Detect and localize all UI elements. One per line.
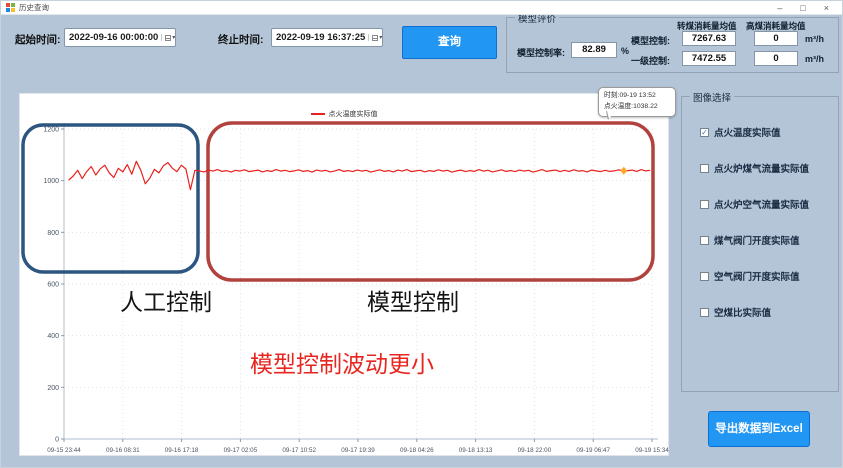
tooltip-temperature: 点火温度:1038.22 bbox=[604, 102, 671, 113]
series-checkbox-item-1[interactable]: 点火炉煤气流量实际值 bbox=[700, 161, 809, 175]
model-control-value1: 7267.63 bbox=[682, 31, 736, 46]
selected-point-marker bbox=[620, 167, 627, 175]
series-checkbox-item-5[interactable]: 空煤比实际值 bbox=[700, 305, 771, 319]
model-control-annotation: 模型控制 bbox=[367, 283, 459, 317]
series-checkbox-item-0[interactable]: ✓ 点火温度实际值 bbox=[700, 125, 781, 139]
x-tick-label: 09-16 17:18 bbox=[165, 447, 199, 454]
y-tick-label: 400 bbox=[47, 333, 59, 340]
x-tick-label: 09-17 02:05 bbox=[224, 447, 258, 454]
maximize-button[interactable]: □ bbox=[800, 2, 805, 14]
window-controls: – □ × bbox=[777, 2, 837, 14]
x-tick-label: 09-19 15:34 bbox=[635, 447, 669, 454]
end-time-value: 2022-09-19 16:37:25 bbox=[276, 32, 365, 43]
temperature-line bbox=[69, 161, 651, 189]
checkbox-unchecked-icon[interactable] bbox=[700, 236, 709, 245]
model-control-row-label: 模型控制: bbox=[631, 34, 670, 47]
series-checkbox-item-4[interactable]: 空气阀门开度实际值 bbox=[700, 269, 800, 283]
series-checkbox-label: 空气阀门开度实际值 bbox=[714, 269, 800, 283]
checkbox-checked-icon[interactable]: ✓ bbox=[700, 128, 709, 137]
series-checkbox-label: 点火炉空气流量实际值 bbox=[714, 197, 809, 211]
x-tick-label: 09-18 04:26 bbox=[400, 447, 434, 454]
x-tick-label: 09-18 13:13 bbox=[459, 447, 493, 454]
model-control-value2: 0 bbox=[754, 31, 798, 46]
x-tick-label: 09-16 08:31 bbox=[106, 447, 140, 454]
query-button[interactable]: 查询 bbox=[402, 26, 497, 59]
checkbox-unchecked-icon[interactable] bbox=[700, 272, 709, 281]
chart-panel: 点火温度实际值 0 200 400 600 800 1000 1200 09-15 23:44… bbox=[19, 93, 669, 456]
series-checkbox-label: 煤气阀门开度实际值 bbox=[714, 233, 800, 247]
app-icon bbox=[6, 3, 15, 12]
level1-control-value2: 0 bbox=[754, 51, 798, 66]
x-tick-label: 09-17 10:52 bbox=[282, 447, 316, 454]
model-fluctuation-note: 模型控制波动更小 bbox=[250, 345, 434, 379]
series-checkbox-label: 点火炉煤气流量实际值 bbox=[714, 161, 809, 175]
y-tick-label: 1000 bbox=[43, 178, 59, 185]
start-time-input[interactable]: 2022-09-16 00:00:00 ▾ bbox=[64, 28, 176, 47]
level1-control-value1: 7472.55 bbox=[682, 51, 736, 66]
close-button[interactable]: × bbox=[824, 2, 829, 14]
model-control-region-outline bbox=[208, 123, 653, 280]
legend-label: 点火温度实际值 bbox=[329, 111, 378, 118]
x-tick-label: 09-18 22:00 bbox=[518, 447, 552, 454]
manual-control-region-outline bbox=[23, 125, 198, 272]
model-control-unit: m³/h bbox=[805, 34, 824, 44]
checkbox-unchecked-icon[interactable] bbox=[700, 164, 709, 173]
window-title: 历史查询 bbox=[19, 2, 49, 13]
manual-control-annotation: 人工控制 bbox=[120, 283, 212, 317]
x-tick-label: 09-19 06:47 bbox=[576, 447, 610, 454]
checkbox-unchecked-icon[interactable] bbox=[700, 308, 709, 317]
end-time-label: 终止时间: bbox=[218, 32, 264, 47]
datepicker-dropdown-icon[interactable]: ▾ bbox=[161, 34, 175, 41]
model-evaluation-group: 模型评价 转煤消耗量均值 高煤消耗量均值 模型控制率: 82.89 % 模型控制… bbox=[506, 17, 839, 73]
control-rate-unit: % bbox=[621, 46, 629, 56]
tooltip-time: 时刻:09-19 13:52 bbox=[604, 91, 671, 102]
series-selection-title: 图像选择 bbox=[690, 90, 734, 104]
export-excel-button[interactable]: 导出数据到Excel bbox=[708, 411, 810, 447]
y-tick-label: 600 bbox=[47, 282, 59, 289]
y-tick-label: 0 bbox=[55, 437, 59, 444]
start-time-label: 起始时间: bbox=[15, 32, 61, 47]
series-checkbox-item-2[interactable]: 点火炉空气流量实际值 bbox=[700, 197, 809, 211]
y-tick-label: 200 bbox=[47, 385, 59, 392]
series-selection-group: 图像选择 ✓点火温度实际值点火炉煤气流量实际值点火炉空气流量实际值煤气阀门开度实… bbox=[681, 96, 839, 392]
start-time-value: 2022-09-16 00:00:00 bbox=[69, 32, 158, 43]
x-tick-label: 09-15 23:44 bbox=[47, 447, 81, 454]
x-tick-label: 09-17 19:39 bbox=[341, 447, 375, 454]
temperature-chart: 0 200 400 600 800 1000 1200 09-15 23:44 09-16 08… bbox=[20, 94, 670, 457]
y-tick-label: 1200 bbox=[43, 127, 59, 134]
level1-control-row-label: 一级控制: bbox=[631, 54, 670, 67]
y-tick-label: 800 bbox=[47, 230, 59, 237]
chart-legend: 点火温度实际值 bbox=[20, 105, 668, 123]
minimize-button[interactable]: – bbox=[777, 2, 782, 14]
series-checkbox-label: 空煤比实际值 bbox=[714, 305, 771, 319]
end-time-input[interactable]: 2022-09-19 16:37:25 ▾ bbox=[271, 28, 383, 47]
title-bar: 历史查询 – □ × bbox=[1, 1, 842, 15]
series-checkbox-item-3[interactable]: 煤气阀门开度实际值 bbox=[700, 233, 800, 247]
control-rate-value: 82.89 bbox=[571, 42, 617, 58]
datapoint-tooltip: 时刻:09-19 13:52 点火温度:1038.22 bbox=[598, 87, 676, 117]
app-window: 历史查询 – □ × 起始时间: 2022-09-16 00:00:00 ▾ 终… bbox=[0, 0, 843, 468]
level1-control-unit: m³/h bbox=[805, 54, 824, 64]
series-checkbox-label: 点火温度实际值 bbox=[714, 125, 781, 139]
checkbox-unchecked-icon[interactable] bbox=[700, 200, 709, 209]
control-rate-label: 模型控制率: bbox=[517, 46, 565, 59]
datepicker-dropdown-icon[interactable]: ▾ bbox=[368, 34, 382, 41]
legend-line-swatch bbox=[311, 113, 325, 115]
